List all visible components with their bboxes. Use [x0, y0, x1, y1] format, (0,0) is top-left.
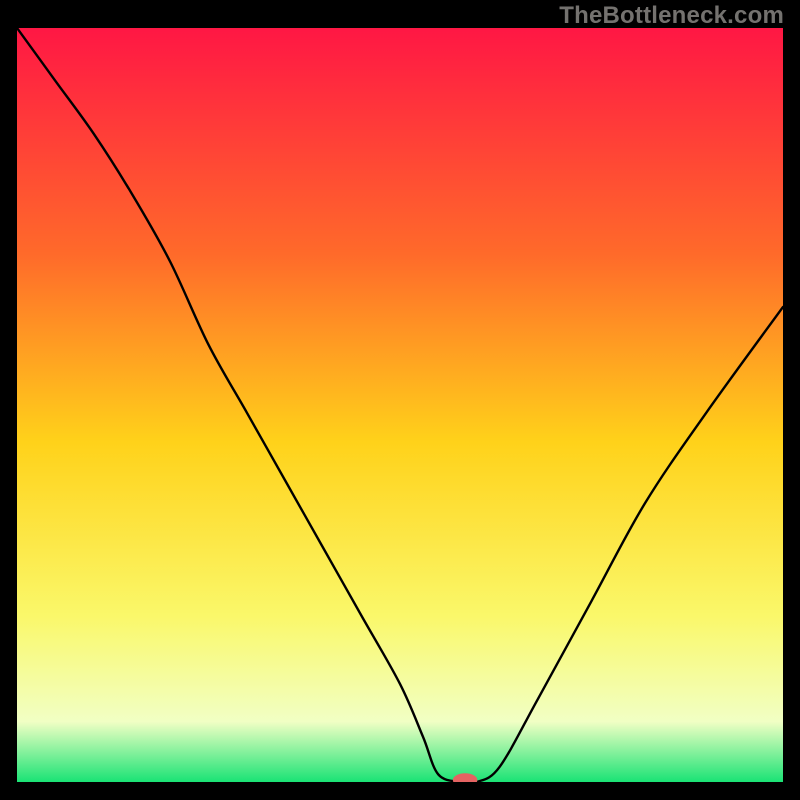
bottleneck-chart: [17, 28, 783, 782]
watermark-label: TheBottleneck.com: [559, 2, 784, 30]
chart-background: [17, 28, 783, 782]
chart-frame: { "watermark": "TheBottleneck.com", "cha…: [0, 0, 800, 800]
